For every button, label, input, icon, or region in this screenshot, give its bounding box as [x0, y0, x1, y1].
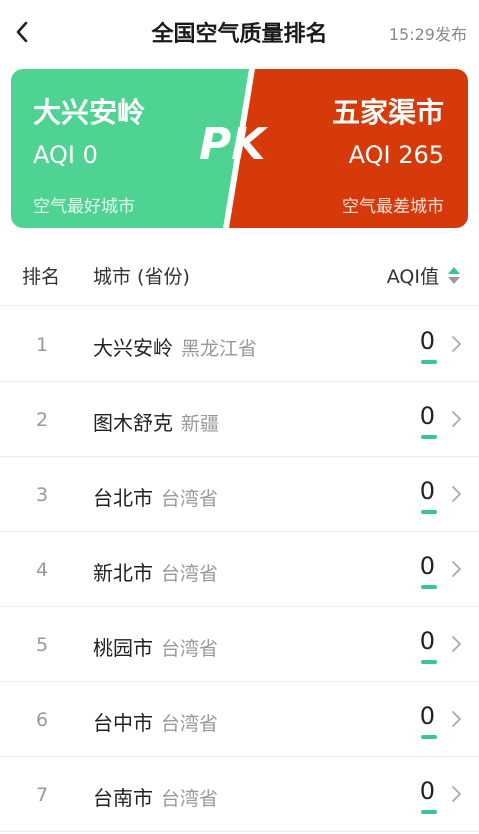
list-item[interactable]: 3 台北市 台湾省 0: [0, 457, 479, 532]
worst-city-aqi: AQI 265: [348, 141, 444, 169]
chevron-right-icon: [452, 786, 461, 802]
rank-number: 6: [36, 709, 49, 731]
city-name: 新北市: [93, 561, 153, 585]
rank-number: 4: [36, 559, 49, 581]
aqi-value: 0: [419, 627, 435, 655]
province-name: 台湾省: [161, 488, 219, 510]
rank-number: 2: [36, 409, 49, 431]
list-item[interactable]: 6 台中市 台湾省 0: [0, 682, 479, 757]
chevron-right-icon: [452, 486, 461, 502]
aqi-level-bar: [421, 660, 437, 664]
rank-column-header: 排名: [22, 266, 61, 288]
province-name: 黑龙江省: [181, 338, 258, 360]
ranking-list: 1 大兴安岭 黑龙江省 0 2 图木舒克 新疆 0 3 台北市 台湾省 0 4 新北市…: [0, 307, 479, 832]
aqi-level-bar: [421, 585, 437, 589]
city-cell: 台中市 台湾省: [93, 707, 218, 736]
publish-time: 15:29发布: [388, 25, 467, 44]
province-name: 新疆: [181, 413, 220, 435]
chevron-right-icon: [452, 411, 461, 427]
city-name: 大兴安岭: [93, 336, 173, 360]
city-name: 台中市: [93, 711, 153, 735]
chevron-right-icon: [452, 711, 461, 727]
city-name: 台南市: [93, 786, 153, 810]
list-item[interactable]: 7 台南市 台湾省 0: [0, 757, 479, 832]
chevron-right-icon: [452, 561, 461, 577]
table-header: 排名 城市 (省份) AQI值: [0, 240, 479, 306]
rank-number: 3: [36, 484, 49, 506]
city-name: 桃园市: [93, 636, 153, 660]
list-item[interactable]: 5 桃园市 台湾省 0: [0, 607, 479, 682]
city-cell: 大兴安岭 黑龙江省: [93, 332, 257, 361]
province-name: 台湾省: [161, 563, 219, 585]
list-item[interactable]: 4 新北市 台湾省 0: [0, 532, 479, 607]
city-cell: 台南市 台湾省: [93, 782, 218, 811]
aqi-level-bar: [421, 510, 437, 514]
aqi-value: 0: [419, 702, 435, 730]
worst-city-name: 五家渠市: [331, 96, 444, 129]
best-city-label: 空气最好城市: [33, 197, 135, 217]
rank-number: 5: [36, 634, 49, 656]
rank-number: 1: [36, 334, 49, 356]
aqi-level-bar: [421, 810, 437, 814]
aqi-value: 0: [419, 402, 435, 430]
aqi-value: 0: [419, 477, 435, 505]
rank-number: 7: [36, 784, 49, 806]
aqi-value: 0: [419, 327, 435, 355]
aqi-level-bar: [421, 435, 437, 439]
city-cell: 桃园市 台湾省: [93, 632, 218, 661]
list-item[interactable]: 2 图木舒克 新疆 0: [0, 382, 479, 457]
pk-card[interactable]: 大兴安岭 AQI 0 空气最好城市 PK 五家渠市 AQI 265 空气最差城市: [11, 69, 468, 228]
city-cell: 新北市 台湾省: [93, 557, 218, 586]
sort-icon[interactable]: [447, 264, 461, 286]
city-column-header: 城市 (省份): [93, 266, 190, 288]
aqi-column-header[interactable]: AQI值: [387, 262, 439, 289]
aqi-level-bar: [421, 360, 437, 364]
province-name: 台湾省: [161, 713, 219, 735]
city-name: 图木舒克: [93, 411, 173, 435]
province-name: 台湾省: [161, 638, 219, 660]
city-cell: 台北市 台湾省: [93, 482, 218, 511]
aqi-value: 0: [419, 777, 435, 805]
chevron-right-icon: [452, 636, 461, 652]
aqi-level-bar: [421, 735, 437, 739]
chevron-right-icon: [452, 336, 461, 352]
best-city-name: 大兴安岭: [33, 96, 146, 129]
aqi-value: 0: [419, 552, 435, 580]
pk-mark: PK: [199, 119, 266, 170]
list-item[interactable]: 1 大兴安岭 黑龙江省 0: [0, 307, 479, 382]
city-name: 台北市: [93, 486, 153, 510]
worst-city-label: 空气最差城市: [342, 197, 444, 217]
best-city-aqi: AQI 0: [33, 141, 98, 169]
city-cell: 图木舒克 新疆: [93, 407, 219, 436]
top-bar: 全国空气质量排名 15:29发布: [0, 0, 479, 64]
province-name: 台湾省: [161, 788, 219, 810]
